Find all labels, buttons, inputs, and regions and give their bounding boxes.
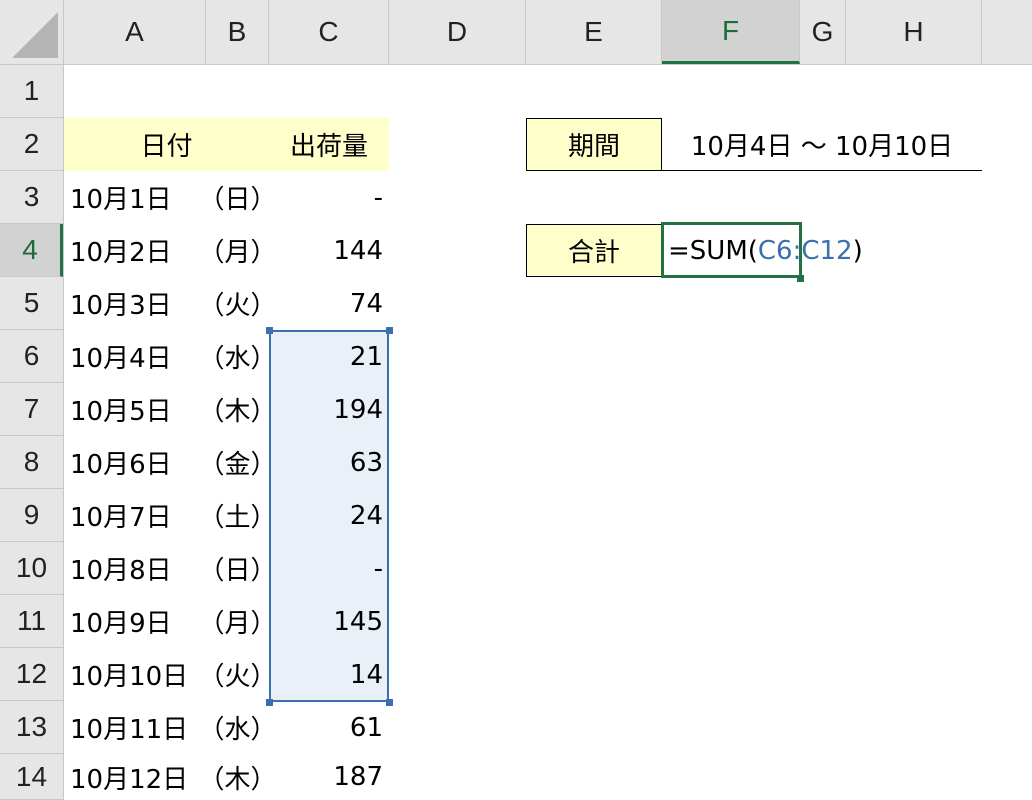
select-all-triangle-icon [12,12,58,58]
worksheet-grid[interactable]: 日付 出荷量 10月1日 （日） - 10月2日 （月） 144 10月3日 （… [64,65,1032,800]
row-header-8[interactable]: 8 [0,436,63,489]
period-label: 期間 [567,132,620,162]
date-cell-row-14[interactable]: 10月12日 [64,754,206,800]
row-header-9[interactable]: 9 [0,489,63,542]
column-header-a[interactable]: A [64,0,206,64]
day-cell-row-6[interactable]: （水） [199,330,277,383]
date-cell-row-5[interactable]: 10月3日 [64,277,206,330]
date-cell-row-8[interactable]: 10月6日 [64,436,206,489]
row-header-2[interactable]: 2 [0,118,63,171]
column-header-h[interactable]: H [846,0,982,64]
column-header-d[interactable]: D [389,0,526,64]
qty-cell-row-5[interactable]: 74 [269,277,389,330]
day-cell-row-11[interactable]: （月） [199,595,277,648]
column-header-e[interactable]: E [526,0,662,64]
day-cell-row-10[interactable]: （日） [199,542,277,595]
period-value: 10月4日 ～ 10月10日 [690,131,954,162]
day-cell-row-14[interactable]: （木） [199,754,277,800]
qty-cell-row-13[interactable]: 61 [269,701,389,754]
date-cell-row-3[interactable]: 10月1日 [64,171,206,224]
total-label: 合計 [567,238,620,268]
qty-cell-row-6[interactable]: 21 [269,330,389,383]
column-headers: A B C D E F G H [64,0,1032,65]
fill-handle[interactable] [797,275,804,282]
row-header-1[interactable]: 1 [0,65,63,118]
period-value-cell[interactable]: 10月4日 ～ 10月10日 [662,118,982,171]
qty-cell-row-9[interactable]: 24 [269,489,389,542]
day-cell-row-9[interactable]: （土） [199,489,277,542]
qty-cell-row-4[interactable]: 144 [269,224,389,277]
row-header-10[interactable]: 10 [0,542,63,595]
day-cell-row-13[interactable]: （水） [199,701,277,754]
day-cell-row-3[interactable]: （日） [199,171,277,224]
date-cell-row-7[interactable]: 10月5日 [64,383,206,436]
date-cell-row-4[interactable]: 10月2日 [64,224,206,277]
header-date-label: 日付 [140,132,193,162]
row-header-13[interactable]: 13 [0,701,63,754]
date-cell-row-11[interactable]: 10月9日 [64,595,206,648]
qty-cell-row-10[interactable]: - [269,542,389,595]
row-header-4[interactable]: 4 [0,224,63,277]
select-all-corner[interactable] [0,0,64,65]
day-cell-row-12[interactable]: （火） [199,648,277,701]
row-header-6[interactable]: 6 [0,330,63,383]
day-cell-row-5[interactable]: （火） [199,277,277,330]
column-header-f[interactable]: F [662,0,800,64]
row-header-11[interactable]: 11 [0,595,63,648]
date-cell-row-10[interactable]: 10月8日 [64,542,206,595]
row-header-5[interactable]: 5 [0,277,63,330]
formula-suffix: ) [852,235,863,266]
day-cell-row-4[interactable]: （月） [199,224,277,277]
qty-cell-row-11[interactable]: 145 [269,595,389,648]
row-header-3[interactable]: 3 [0,171,63,224]
qty-cell-row-12[interactable]: 14 [269,648,389,701]
column-header-c[interactable]: C [269,0,389,64]
date-cell-row-12[interactable]: 10月10日 [64,648,206,701]
column-header-g[interactable]: G [800,0,846,64]
row-header-14[interactable]: 14 [0,754,63,800]
header-date-cell[interactable]: 日付 [64,118,269,171]
qty-cell-row-8[interactable]: 63 [269,436,389,489]
active-cell-cursor [661,222,802,278]
qty-cell-row-7[interactable]: 194 [269,383,389,436]
row-headers: 1 2 3 4 5 6 7 8 9 10 11 12 13 14 [0,65,64,800]
column-header-b[interactable]: B [206,0,269,64]
row-header-12[interactable]: 12 [0,648,63,701]
day-cell-row-8[interactable]: （金） [199,436,277,489]
header-qty-label: 出荷量 [289,132,368,162]
day-cell-row-7[interactable]: （木） [199,383,277,436]
qty-cell-row-14[interactable]: 187 [269,754,389,800]
date-cell-row-9[interactable]: 10月7日 [64,489,206,542]
row-header-7[interactable]: 7 [0,383,63,436]
period-label-cell[interactable]: 期間 [526,118,662,171]
qty-cell-row-3[interactable]: - [269,171,389,224]
total-label-cell[interactable]: 合計 [526,224,662,277]
date-cell-row-6[interactable]: 10月4日 [64,330,206,383]
date-cell-row-13[interactable]: 10月11日 [64,701,206,754]
header-qty-cell[interactable]: 出荷量 [269,118,389,171]
